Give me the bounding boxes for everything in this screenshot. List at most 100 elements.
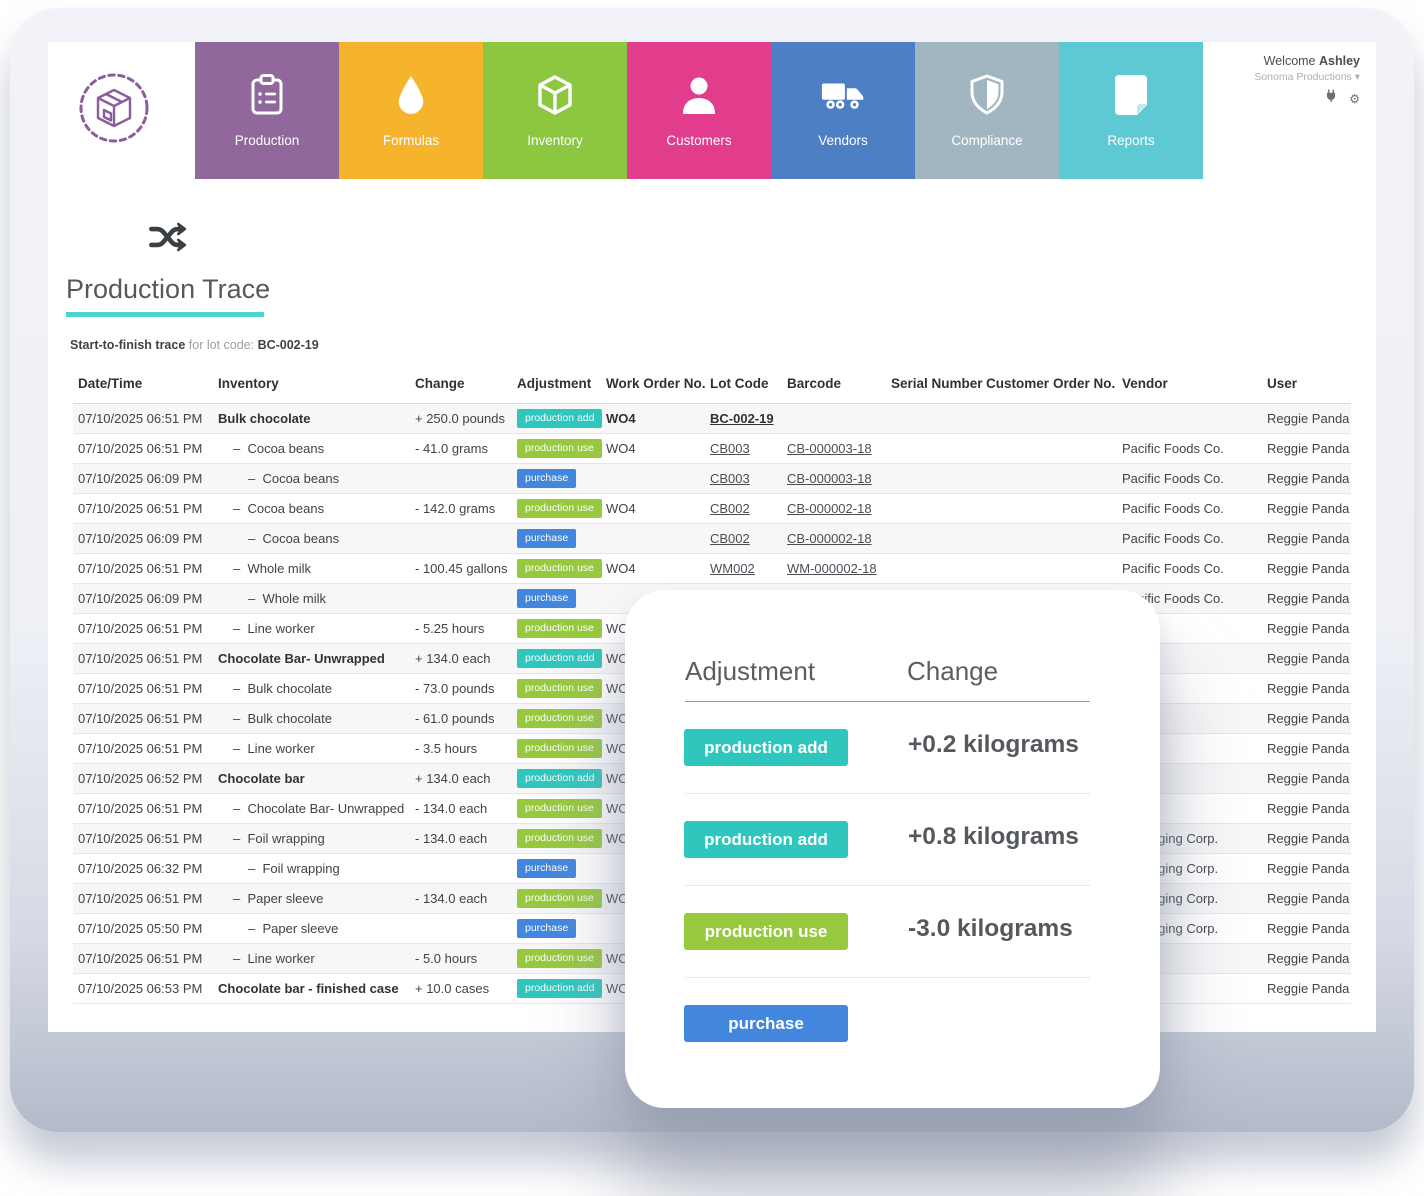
cell-datetime: 07/10/2025 06:51 PM	[78, 824, 216, 853]
column-header-barcode: Barcode	[787, 376, 889, 403]
barcode-link[interactable]: CB-000003-18	[787, 441, 872, 456]
gear-icon[interactable]: ⚙	[1349, 93, 1360, 105]
cell-datetime: 07/10/2025 06:09 PM	[78, 464, 216, 493]
tab-inventory[interactable]: Inventory	[483, 42, 627, 179]
barcode-link[interactable]: CB-000002-18	[787, 501, 872, 516]
box-icon	[98, 90, 130, 126]
tab-label: Compliance	[951, 133, 1022, 148]
cell-order-no	[1053, 494, 1119, 523]
adjustment-badge-use: production use	[517, 679, 602, 699]
lot-code-value: BC-002-19	[258, 338, 319, 352]
adjustment-badge-add: production add	[517, 769, 602, 789]
cell-order-no	[1053, 404, 1119, 433]
tab-label: Vendors	[818, 133, 868, 148]
adjustment-badge-purchase: purchase	[517, 469, 576, 489]
adjustment-badge-purchase: purchase	[517, 919, 576, 939]
lot-code-link[interactable]: WM002	[710, 561, 755, 576]
adjustment-badge-add: production add	[517, 409, 602, 429]
cell-datetime: 07/10/2025 06:51 PM	[78, 614, 216, 643]
cell-change: - 100.45 gallons	[415, 554, 515, 583]
cell-inventory: – Foil wrapping	[218, 854, 413, 883]
cell-inventory: – Whole milk	[218, 554, 413, 583]
lot-code-link[interactable]: BC-002-19	[710, 411, 774, 426]
barcode-link[interactable]: WM-000002-18	[787, 561, 877, 576]
column-header-wo: Work Order No.	[606, 376, 706, 403]
app-logo[interactable]	[76, 70, 152, 146]
cell-adjustment: purchase	[517, 464, 605, 493]
barcode-link[interactable]: CB-000002-18	[787, 531, 872, 546]
cell-adjustment: production use	[517, 614, 605, 643]
column-header-lot: Lot Code	[710, 376, 785, 403]
overlay-change-value: -3.0 kilograms	[908, 915, 1148, 943]
cell-user: Reggie Panda	[1267, 404, 1351, 433]
cell-work-order	[606, 524, 706, 553]
overlay-adjustment-badge-purchase: purchase	[684, 1005, 848, 1042]
tab-compliance[interactable]: Compliance	[915, 42, 1059, 179]
cell-user: Reggie Panda	[1267, 974, 1351, 1003]
cell-adjustment: purchase	[517, 584, 605, 613]
cell-change	[415, 464, 515, 493]
cell-lot-code: CB002	[710, 524, 785, 553]
column-header-user: User	[1267, 376, 1351, 403]
cell-change: - 134.0 each	[415, 884, 515, 913]
cell-adjustment: production add	[517, 764, 605, 793]
overlay-adjustment-badge-use: production use	[684, 913, 848, 950]
overlay-adjustment-badge-add: production add	[684, 821, 848, 858]
lot-code-link[interactable]: CB003	[710, 471, 750, 486]
divider	[685, 977, 1090, 978]
cell-lot-code: WM002	[710, 554, 785, 583]
tab-customers[interactable]: Customers	[627, 42, 771, 179]
cell-inventory: Chocolate Bar- Unwrapped	[218, 644, 413, 673]
main-nav: Production Formulas Inventory Customers Vend…	[195, 42, 1203, 179]
cell-vendor: Pacific Foods Co.	[1122, 464, 1265, 493]
tab-reports[interactable]: Reports	[1059, 42, 1203, 179]
tab-label: Production	[235, 133, 300, 148]
cell-inventory: – Foil wrapping	[218, 824, 413, 853]
cell-adjustment: purchase	[517, 524, 605, 553]
cell-user: Reggie Panda	[1267, 824, 1351, 853]
tab-vendors[interactable]: Vendors	[771, 42, 915, 179]
adjustment-badge-use: production use	[517, 439, 602, 459]
cell-datetime: 07/10/2025 06:52 PM	[78, 764, 216, 793]
cell-barcode: CB-000002-18	[787, 524, 889, 553]
cell-change: + 134.0 each	[415, 644, 515, 673]
cell-change: + 10.0 cases	[415, 974, 515, 1003]
cell-change: - 3.5 hours	[415, 734, 515, 763]
column-header-adjust: Adjustment	[517, 376, 605, 403]
cell-datetime: 07/10/2025 06:09 PM	[78, 584, 216, 613]
lot-code-link[interactable]: CB002	[710, 531, 750, 546]
cell-adjustment: production use	[517, 794, 605, 823]
cell-user: Reggie Panda	[1267, 644, 1351, 673]
cell-barcode: CB-000003-18	[787, 434, 889, 463]
cell-order-no	[1053, 464, 1119, 493]
tab-formulas[interactable]: Formulas	[339, 42, 483, 179]
barcode-link[interactable]: CB-000003-18	[787, 471, 872, 486]
cell-inventory: – Cocoa beans	[218, 434, 413, 463]
tab-production[interactable]: Production	[195, 42, 339, 179]
plug-icon[interactable]	[1325, 89, 1337, 108]
cell-work-order: WO4	[606, 494, 706, 523]
cell-datetime: 07/10/2025 06:51 PM	[78, 884, 216, 913]
cell-datetime: 07/10/2025 06:09 PM	[78, 524, 216, 553]
cell-change: - 142.0 grams	[415, 494, 515, 523]
droplet-icon	[388, 73, 434, 117]
cell-customer	[986, 404, 1051, 433]
overlay-change-header: Change	[907, 656, 998, 687]
adjustment-badge-add: production add	[517, 979, 602, 999]
adjustment-badge-purchase: purchase	[517, 859, 576, 879]
cell-inventory: – Cocoa beans	[218, 524, 413, 553]
cell-user: Reggie Panda	[1267, 764, 1351, 793]
cell-user: Reggie Panda	[1267, 494, 1351, 523]
table-row: 07/10/2025 06:09 PM– Cocoa beans purchase…	[73, 464, 1351, 494]
tab-label: Inventory	[527, 133, 583, 148]
cell-user: Reggie Panda	[1267, 524, 1351, 553]
overlay-adjustment-header: Adjustment	[685, 656, 815, 687]
welcome-text: Welcome Ashley	[1254, 54, 1360, 68]
cell-inventory: – Cocoa beans	[218, 464, 413, 493]
lot-code-link[interactable]: CB003	[710, 441, 750, 456]
lot-code-link[interactable]: CB002	[710, 501, 750, 516]
adjustment-badge-use: production use	[517, 829, 602, 849]
cell-inventory: – Line worker	[218, 944, 413, 973]
table-row: 07/10/2025 06:51 PM– Cocoa beans- 142.0 …	[73, 494, 1351, 524]
org-dropdown[interactable]: Sonoma Productions ▾	[1254, 71, 1360, 83]
